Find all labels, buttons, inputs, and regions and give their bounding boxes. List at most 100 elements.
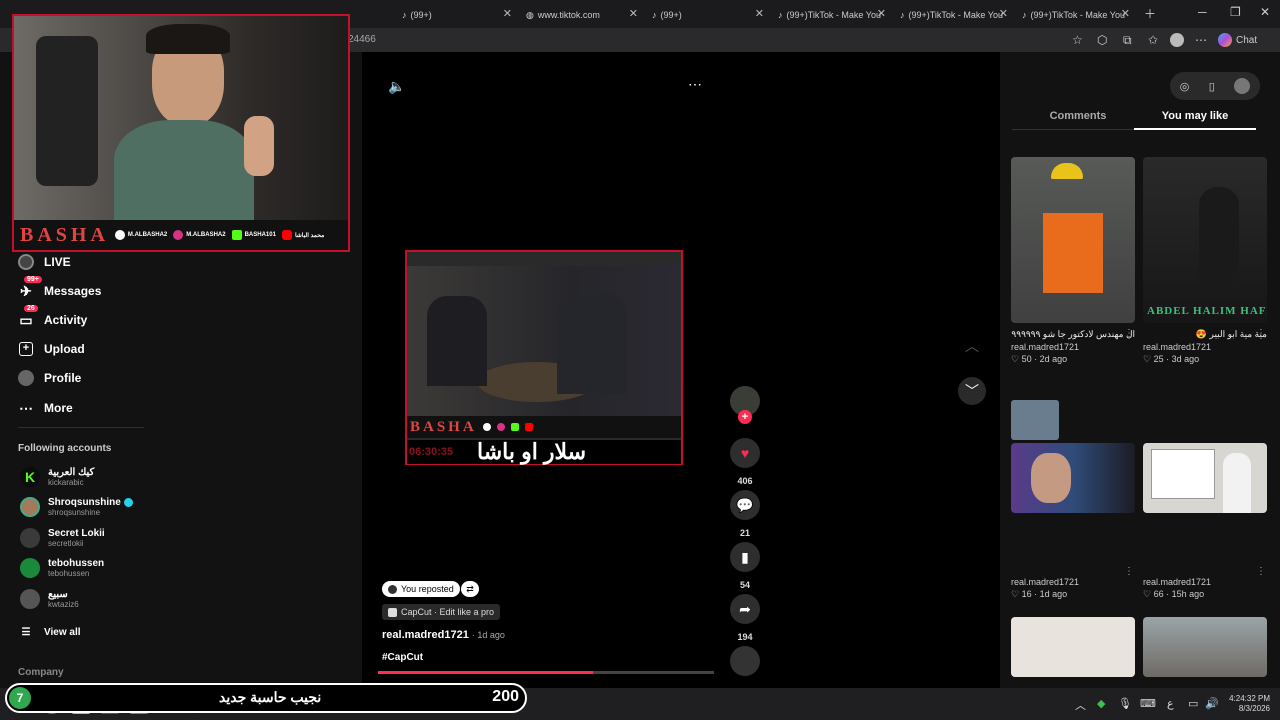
panel-toolbar: ◎ ▯ [1170,72,1260,100]
browser-tab[interactable]: ♪ (99+) ✕ [396,4,516,26]
nav-activity[interactable]: ▭ 26 Activity [18,305,87,328]
reposted-badge[interactable]: You reposted [382,581,460,597]
tab-comments[interactable]: Comments [1012,110,1144,122]
star-icon[interactable]: ☆ [1072,33,1083,47]
tray-chevron-icon[interactable]: ︿ [1075,697,1086,713]
following-account[interactable]: tebohussen tebohussen [20,558,104,578]
browser-tab[interactable]: ♪ (99+) ✕ [646,4,768,26]
follow-plus-icon[interactable]: + [738,410,752,424]
tiktok-icon: ♪ [1022,10,1027,20]
address-bar[interactable]: 24466 [340,30,1060,50]
browser-tab[interactable]: ◍ www.tiktok.com ✕ [520,4,642,26]
more-icon: ⋯ [19,399,33,416]
browser-tab[interactable]: ♪ (99+)TikTok - Make You ✕ [894,4,1012,26]
keyboard-icon[interactable]: ⌨ [1140,697,1156,710]
profile-avatar[interactable] [1234,78,1251,94]
repost-icon[interactable]: ⇄ [461,581,479,597]
language-icon[interactable]: ع [1167,697,1174,710]
close-window-icon[interactable]: ✕ [1260,5,1270,19]
tiktok-icon [482,423,491,431]
following-account[interactable]: Secret Lokii secretlokii [20,528,105,548]
more-options-icon[interactable]: ⋯ [688,76,702,93]
close-tab-icon[interactable]: ✕ [1121,7,1130,20]
nav-upload[interactable]: + Upload [18,341,85,357]
nav-live[interactable]: LIVE [18,254,71,270]
nav-more[interactable]: ⋯ More [18,400,73,416]
new-tab-icon[interactable]: ＋ [1144,5,1156,22]
browser-tab[interactable]: ♪ (99+)TikTok - Make You ✕ [1016,4,1134,26]
compass-icon[interactable]: ◎ [1180,80,1190,93]
more-options-icon[interactable]: ⋯ [1195,33,1207,47]
video-card[interactable]: real.madred1721 ♡ 16 · 1d ago [1011,443,1135,600]
microphone-icon[interactable]: 🎙 [1118,697,1132,710]
webcam-video [14,16,348,220]
close-tab-icon[interactable]: ✕ [999,7,1008,20]
share-button[interactable]: ➦ 194 [730,594,760,642]
close-tab-icon[interactable]: ✕ [503,7,512,20]
following-account[interactable]: سبيع kwtaziz6 [20,589,79,609]
video-card[interactable]: ABDEL HALIM HAFEZ مية مية ابو البير 😍 re… [1143,157,1267,365]
split-screen-icon[interactable]: ⧉ [1123,33,1132,48]
like-button[interactable]: ♥ 406 [730,438,760,486]
creator-avatar[interactable]: + [730,386,760,424]
company-link[interactable]: Company [18,667,64,678]
volume-icon[interactable]: 🔈 [388,78,405,95]
messages-badge: 99+ [24,276,42,283]
video-banner: BASHA [407,416,681,438]
extensions-icon[interactable]: ⬡ [1097,33,1107,47]
video-card[interactable]: real.madred1721 ♡ 66 · 15h ago [1143,443,1267,600]
comment-icon: 💬 [730,490,760,520]
video-card[interactable]: ال مهندس لادكتور جا شو ٩٩٩٩٩٩٩٩٩ real.ma… [1011,157,1135,365]
streamer-hair [146,24,230,54]
network-icon[interactable]: ▭ [1188,697,1198,710]
tray-app-icon[interactable]: ◆ [1097,697,1105,710]
video-thumbnail [1011,157,1135,323]
instagram-icon [173,230,184,240]
device-icon[interactable]: ▯ [1209,80,1215,93]
favorites-icon[interactable]: ✩ [1148,33,1158,47]
video-thumbnail [1143,443,1267,513]
maximize-icon[interactable]: ❐ [1230,5,1241,19]
instagram-icon [496,423,505,431]
repost-avatar-icon [388,584,397,594]
video-thumbnail[interactable] [1011,617,1135,677]
video-author[interactable]: real.madred1721 · 1d ago [382,629,505,641]
comment-button[interactable]: 💬 21 [730,490,760,538]
webcam-overlay: BASHA M.ALBASHA2 M.ALBASHA2 BASHA101 محم… [12,14,350,252]
following-account[interactable]: K كيك العربية kickarabic [20,467,94,487]
view-all-link[interactable]: ☰ View all [18,624,81,640]
video-player[interactable]: BASHA 06:30:35 سلار او باشا [405,250,683,465]
close-tab-icon[interactable]: ✕ [877,7,886,20]
card-more-icon[interactable]: ⋮ [1256,566,1266,577]
video-thumbnail[interactable] [1143,617,1267,677]
previous-video-icon[interactable]: ︿ [958,336,986,360]
close-tab-icon[interactable]: ✕ [629,7,638,20]
hashtag-link[interactable]: #CapCut [382,652,423,663]
copilot-icon [1218,33,1232,47]
profile-avatar-icon [18,370,34,386]
card-more-icon[interactable]: ⋮ [1124,566,1134,577]
music-disc[interactable] [730,646,760,676]
nav-profile[interactable]: Profile [18,370,81,386]
video-thumbnail: ABDEL HALIM HAFEZ [1143,157,1267,323]
next-video-icon[interactable]: ﹀ [958,377,986,405]
save-button[interactable]: ▮ 54 [730,542,760,590]
capcut-link[interactable]: CapCut · Edit like a pro [382,604,501,620]
heart-outline-icon: ♡ [1011,354,1020,364]
card-more-icon[interactable]: ⋮ [1124,328,1134,339]
nav-messages[interactable]: ✈ 99+ Messages [18,276,101,299]
copilot-chat-button[interactable]: Chat [1218,33,1257,47]
tiktok-icon [114,230,125,240]
minimize-icon[interactable]: ─ [1198,5,1207,19]
stream-goal-overlay: 7 نجيب حاسبة جديد 200 [5,683,527,713]
youtube-icon [524,423,533,431]
video-progress-bar[interactable] [378,671,714,674]
tab-you-may-like[interactable]: You may like [1134,110,1256,122]
system-clock[interactable]: 4:24:32 PM 8/3/2026 [1222,694,1270,714]
browser-tab[interactable]: ♪ (99+)TikTok - Make You ✕ [772,4,890,26]
close-tab-icon[interactable]: ✕ [755,7,764,20]
card-more-icon[interactable]: ⋮ [1256,328,1266,339]
following-account[interactable]: Shroqsunshine shroqsunshine [20,497,133,517]
speaker-icon[interactable]: 🔊 [1205,697,1219,710]
profile-avatar[interactable] [1170,33,1184,47]
